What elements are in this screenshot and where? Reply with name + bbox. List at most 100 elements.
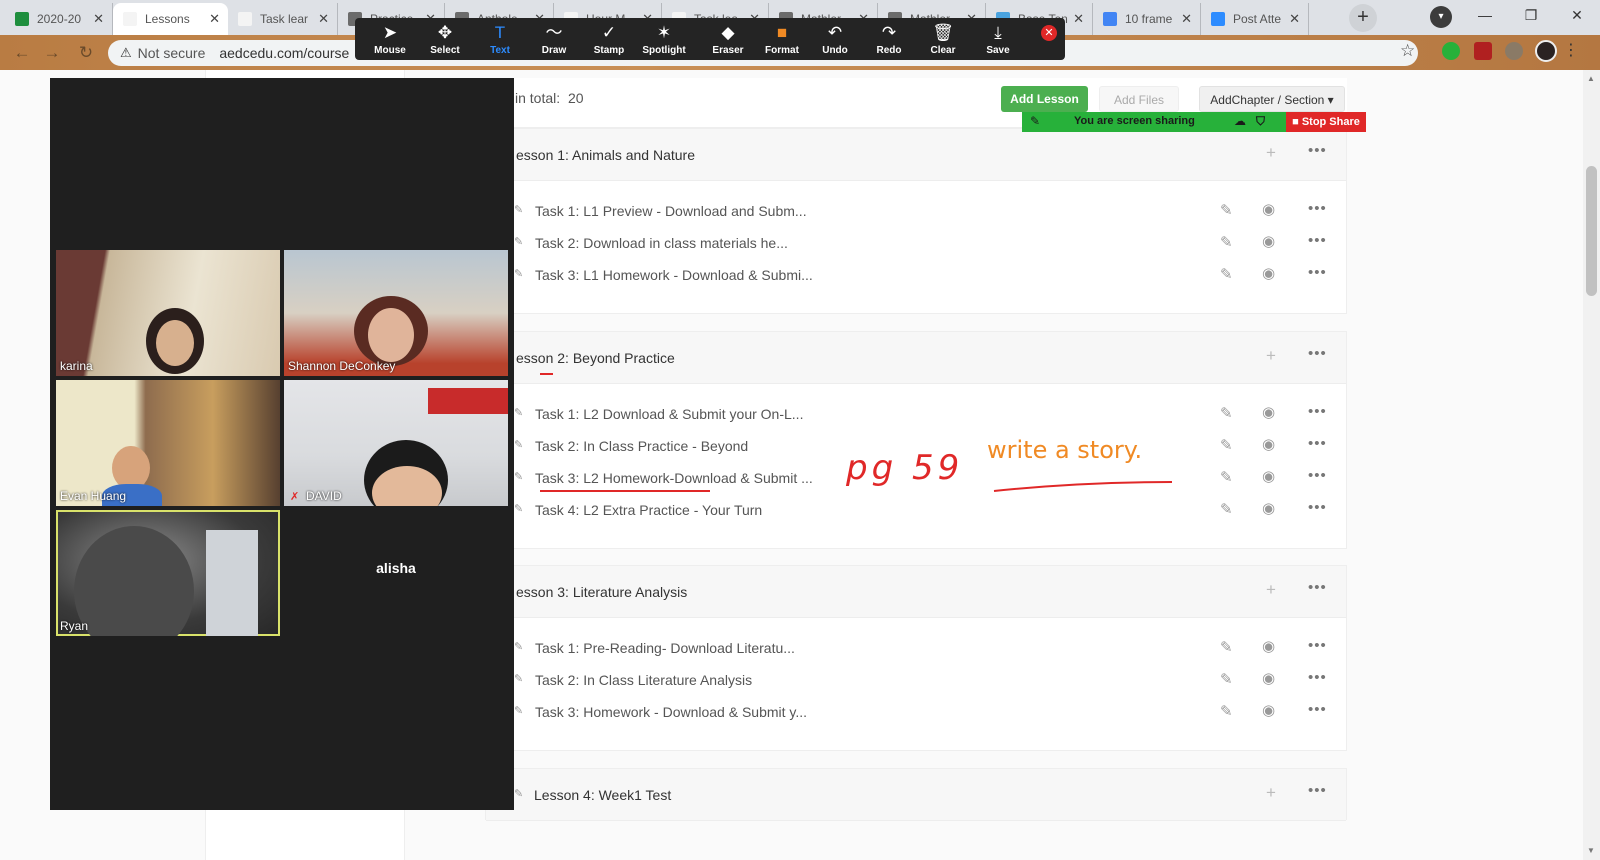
more-icon[interactable]: ••• <box>1308 782 1327 799</box>
restore-icon[interactable]: ❐ <box>1508 0 1554 30</box>
task-row[interactable]: ✎ Task 2: Download in class materials he.… <box>486 227 1346 259</box>
drag-handle-icon[interactable]: ✎ <box>514 438 523 451</box>
eye-icon[interactable]: ◉ <box>1262 669 1275 687</box>
more-icon[interactable]: ••• <box>1308 200 1327 217</box>
drag-handle-icon[interactable]: ✎ <box>514 203 523 216</box>
tool-select-button[interactable]: ✥ Select <box>417 21 473 56</box>
edit-icon[interactable]: ✎ <box>1220 670 1233 688</box>
browser-tab-11[interactable]: Post Atte ✕ <box>1201 3 1309 35</box>
close-tab-icon[interactable]: ✕ <box>1181 11 1192 27</box>
new-tab-button[interactable]: + <box>1349 4 1377 32</box>
edit-icon[interactable]: ✎ <box>1220 233 1233 251</box>
eye-icon[interactable]: ◉ <box>1262 435 1275 453</box>
tool-text-button[interactable]: T Text <box>472 21 528 56</box>
edit-icon[interactable]: ✎ <box>1220 436 1233 454</box>
tool-mouse-button[interactable]: ➤ Mouse <box>362 21 418 56</box>
add-chapter-dropdown[interactable]: AddChapter / Section ▾ <box>1199 86 1345 112</box>
browser-tab-2[interactable]: Task lear ✕ <box>228 3 338 35</box>
vertical-scrollbar[interactable]: ▲ ▼ <box>1583 70 1600 860</box>
tool-clear-button[interactable]: 🗑 Clear <box>915 21 971 56</box>
lesson-header[interactable]: esson 2: Beyond Practice + ••• <box>486 332 1346 384</box>
video-tile-alisha[interactable]: alisha <box>284 510 508 636</box>
add-lesson-button[interactable]: Add Lesson <box>1001 86 1088 112</box>
more-icon[interactable]: ••• <box>1308 435 1327 452</box>
task-row[interactable]: ✎ Task 1: L2 Download & Submit your On-L.… <box>486 398 1346 430</box>
drag-handle-icon[interactable]: ✎ <box>514 502 523 515</box>
eye-icon[interactable]: ◉ <box>1262 200 1275 218</box>
drag-handle-icon[interactable]: ✎ <box>514 672 523 685</box>
add-task-icon[interactable]: + <box>1266 143 1276 163</box>
scroll-thumb[interactable] <box>1586 166 1597 296</box>
drag-handle-icon[interactable]: ✎ <box>514 406 523 419</box>
star-icon[interactable]: ☆ <box>1400 41 1415 61</box>
chevron-down-icon[interactable]: ▾ <box>1430 6 1452 28</box>
extension-icon[interactable] <box>1442 42 1460 60</box>
eye-icon[interactable]: ◉ <box>1262 403 1275 421</box>
tool-spotlight-button[interactable]: ✶ Spotlight <box>636 21 692 56</box>
task-row[interactable]: ✎ Task 1: Pre-Reading- Download Literatu.… <box>486 632 1346 664</box>
minimize-icon[interactable]: — <box>1462 0 1508 30</box>
browser-tab-1[interactable]: Lessons ✕ <box>113 3 228 35</box>
edit-icon[interactable]: ✎ <box>1220 638 1233 656</box>
stop-share-button[interactable]: ■ Stop Share <box>1286 112 1366 132</box>
more-icon[interactable]: ••• <box>1308 345 1327 362</box>
eye-icon[interactable]: ◉ <box>1262 701 1275 719</box>
tool-stamp-button[interactable]: ✓ Stamp <box>581 21 637 56</box>
edit-icon[interactable]: ✎ <box>1220 702 1233 720</box>
browser-tab-0[interactable]: 2020-20 ✕ <box>5 3 113 35</box>
task-row[interactable]: ✎ Task 3: Homework - Download & Submit y.… <box>486 696 1346 728</box>
edit-icon[interactable]: ✎ <box>1220 201 1233 219</box>
lesson-header[interactable]: esson 3: Literature Analysis + ••• <box>486 566 1346 618</box>
eye-icon[interactable]: ◉ <box>1262 232 1275 250</box>
tool-save-button[interactable]: ⤓ Save <box>970 21 1026 56</box>
tool-eraser-button[interactable]: ◆ Eraser <box>700 21 756 56</box>
close-tab-icon[interactable]: ✕ <box>1073 11 1084 27</box>
screen-share-status-bar[interactable]: ✎ You are screen sharing ☁ ⛉ <box>1022 112 1286 132</box>
scroll-down-icon[interactable]: ▼ <box>1587 846 1595 855</box>
more-icon[interactable]: ••• <box>1308 403 1327 420</box>
video-tile-david[interactable]: ✗ DAVID <box>284 380 508 506</box>
add-files-button[interactable]: Add Files <box>1099 86 1179 112</box>
drag-handle-icon[interactable]: ✎ <box>514 235 523 248</box>
tool-format-button[interactable]: ■ Format <box>754 21 810 56</box>
task-row[interactable]: ✎ Task 4: L2 Extra Practice - Your Turn ✎ ◉… <box>486 494 1346 526</box>
drag-handle-icon[interactable]: ✎ <box>514 704 523 717</box>
tool-draw-button[interactable]: 〜 Draw <box>526 21 582 56</box>
video-tile-shannon[interactable]: Shannon DeConkey <box>284 250 508 376</box>
add-task-icon[interactable]: + <box>1266 580 1276 600</box>
more-icon[interactable]: ••• <box>1308 579 1327 596</box>
lesson-header[interactable]: esson 1: Animals and Nature + ••• <box>486 129 1346 181</box>
close-tab-icon[interactable]: ✕ <box>1289 11 1300 27</box>
video-tile-karina[interactable]: karina <box>56 250 280 376</box>
edit-icon[interactable]: ✎ <box>1220 500 1233 518</box>
eye-icon[interactable]: ◉ <box>1262 499 1275 517</box>
drag-handle-icon[interactable]: ✎ <box>514 267 523 280</box>
more-icon[interactable]: ••• <box>1308 637 1327 654</box>
drag-handle-icon[interactable]: ✎ <box>514 640 523 653</box>
more-menu-icon[interactable]: ⋮ <box>1563 40 1579 60</box>
task-row[interactable]: ✎ Task 2: In Class Literature Analysis ✎ ◉ •… <box>486 664 1346 696</box>
scroll-up-icon[interactable]: ▲ <box>1587 74 1595 83</box>
task-row[interactable]: ✎ Task 1: L1 Preview - Download and Subm.… <box>486 195 1346 227</box>
more-icon[interactable]: ••• <box>1308 232 1327 249</box>
eye-icon[interactable]: ◉ <box>1262 264 1275 282</box>
close-window-icon[interactable]: ✕ <box>1554 0 1600 30</box>
more-icon[interactable]: ••• <box>1308 701 1327 718</box>
more-icon[interactable]: ••• <box>1308 499 1327 516</box>
forward-icon[interactable]: → <box>40 41 64 65</box>
tool-undo-button[interactable]: ↶ Undo <box>807 21 863 56</box>
task-row[interactable]: ✎ Task 3: L1 Homework - Download & Submi.… <box>486 259 1346 291</box>
close-tab-icon[interactable]: ✕ <box>93 11 104 27</box>
tool-redo-button[interactable]: ↷ Redo <box>861 21 917 56</box>
eye-icon[interactable]: ◉ <box>1262 637 1275 655</box>
reload-icon[interactable]: ↻ <box>74 41 98 65</box>
edit-icon[interactable]: ✎ <box>1220 468 1233 486</box>
video-tile-evan[interactable]: Evan Huang <box>56 380 280 506</box>
drag-handle-icon[interactable]: ✎ <box>514 470 523 483</box>
more-icon[interactable]: ••• <box>1308 669 1327 686</box>
more-icon[interactable]: ••• <box>1308 264 1327 281</box>
back-icon[interactable]: ← <box>10 41 34 65</box>
edit-icon[interactable]: ✎ <box>1220 404 1233 422</box>
edit-icon[interactable]: ✎ <box>1220 265 1233 283</box>
close-tab-icon[interactable]: ✕ <box>209 11 220 27</box>
